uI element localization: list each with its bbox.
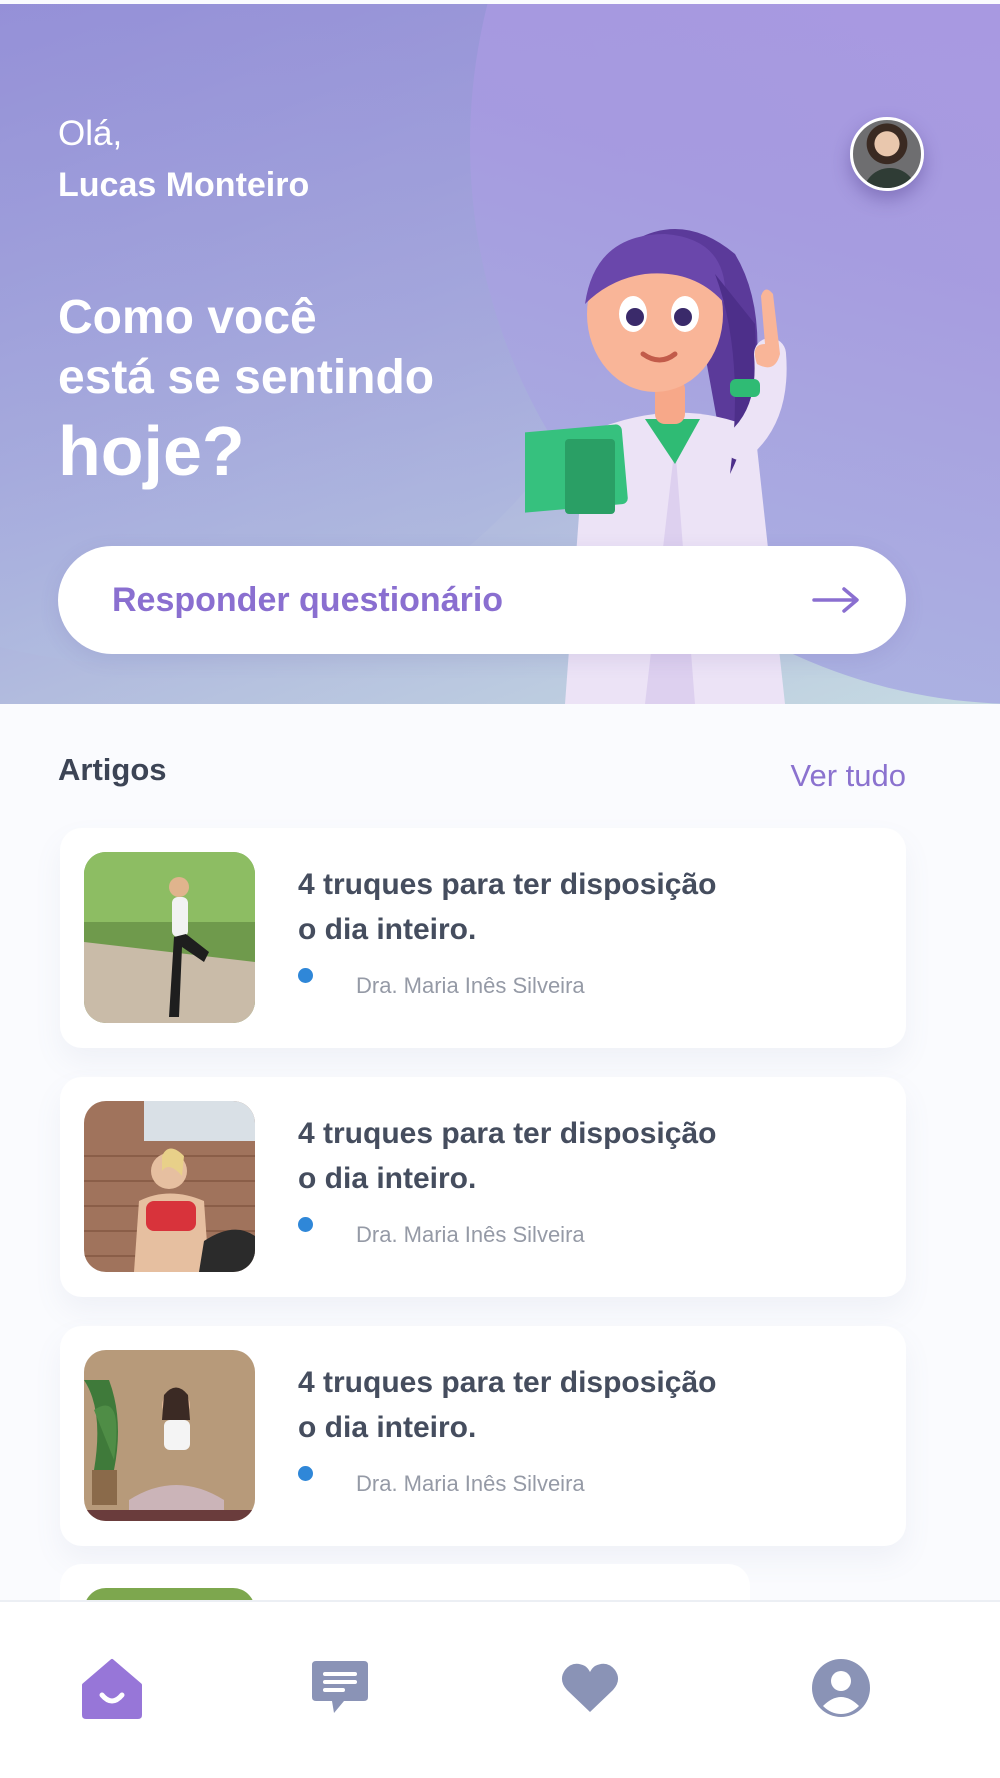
article-thumbnail	[84, 852, 255, 1023]
questionnaire-button-label: Responder questionário	[112, 580, 504, 619]
heart-icon	[561, 1663, 619, 1712]
nav-messages[interactable]	[300, 1648, 380, 1728]
author-dot	[298, 1217, 313, 1232]
headline-line: hoje?	[58, 412, 245, 490]
headline-line: Como você	[58, 291, 317, 344]
article-card[interactable]: 4 truques para ter disposição o dia inte…	[60, 828, 906, 1048]
avatar-shirt	[863, 168, 917, 188]
bottom-navigation	[0, 1600, 1000, 1778]
profile-icon	[812, 1659, 870, 1717]
article-title: 4 truques para ter disposição o dia inte…	[298, 868, 717, 946]
headline-line: está se sentindo	[58, 351, 435, 404]
article-title: 4 truques para ter disposição o dia inte…	[298, 1366, 717, 1444]
arrow-right-icon	[812, 587, 859, 613]
nav-home[interactable]	[72, 1648, 152, 1728]
hero-banner: Olá, Lucas Monteiro Como você está se se…	[0, 4, 1000, 704]
author-dot	[298, 1466, 313, 1481]
user-name: Lucas Monteiro	[58, 166, 310, 204]
headline: Como você está se sentindo hoje?	[58, 288, 528, 494]
chat-icon	[312, 1661, 368, 1713]
article-card[interactable]: 4 truques para ter disposição o dia inte…	[60, 1077, 906, 1297]
article-author: Dra. Maria Inês Silveira	[356, 1222, 585, 1247]
article-author: Dra. Maria Inês Silveira	[356, 1471, 585, 1496]
article-thumbnail	[84, 1350, 255, 1521]
home-icon	[82, 1659, 142, 1719]
see-all-link[interactable]: Ver tudo	[791, 758, 906, 794]
article-author: Dra. Maria Inês Silveira	[356, 973, 585, 998]
nav-favorites[interactable]	[550, 1648, 630, 1728]
article-title: 4 truques para ter disposição o dia inte…	[298, 1117, 717, 1195]
section-title: Artigos	[58, 752, 167, 787]
article-card[interactable]: 4 truques para ter disposição o dia inte…	[60, 1326, 906, 1546]
greeting-text: Olá,	[58, 114, 123, 153]
author-dot	[298, 968, 313, 983]
avatar[interactable]	[850, 117, 924, 191]
nav-profile[interactable]	[801, 1648, 881, 1728]
questionnaire-button[interactable]: Responder questionário	[58, 546, 906, 654]
article-thumbnail	[84, 1101, 255, 1272]
